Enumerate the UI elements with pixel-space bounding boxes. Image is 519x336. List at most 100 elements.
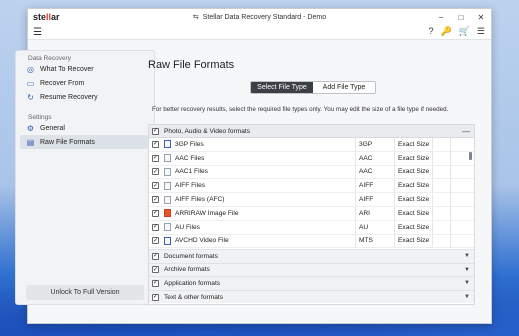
table-row[interactable]: ✓ AVCHD Video File MTS Exact Size [149, 234, 474, 249]
file-size-option[interactable]: Exact Size [394, 193, 432, 206]
sidebar-item-general[interactable]: ⚙ General [16, 121, 154, 135]
file-extension: MTS [355, 234, 394, 248]
video-file-icon [164, 140, 171, 149]
tab-select-file-type[interactable]: Select File Type [251, 82, 313, 93]
section-text-other-formats[interactable]: ✓ Text & other formats ▼ [149, 289, 474, 304]
sidebar-item-raw-file-formats[interactable]: ▤ Raw File Formats [20, 135, 148, 149]
file-type-name: 3GP Files [175, 140, 204, 148]
row-checkbox[interactable]: ✓ [152, 196, 159, 204]
section-document-formats[interactable]: ✓ Document formats ▼ [149, 249, 474, 263]
sidebar-group-settings: Settings [28, 114, 52, 121]
image-file-icon [164, 209, 171, 218]
section-checkbox[interactable]: ✓ [152, 293, 159, 301]
section-title: Archive formats [164, 266, 210, 274]
file-extension: ARI [355, 206, 394, 220]
unlock-full-version-button[interactable]: Unlock To Full Version [26, 285, 144, 300]
collapse-icon[interactable]: — [462, 127, 470, 136]
file-size-option[interactable]: Exact Size [394, 206, 432, 220]
help-icon[interactable]: ? [428, 26, 433, 37]
sidebar-item-resume-recovery[interactable]: ↻ Resume Recovery [16, 90, 154, 104]
table-row[interactable]: ✓ 3GP Files 3GP Exact Size [149, 138, 474, 152]
section-checkbox[interactable]: ✓ [152, 279, 159, 287]
sidebar-item-label: General [40, 124, 65, 132]
row-checkbox[interactable]: ✓ [152, 182, 159, 190]
app-small-icon: ⇆ [192, 14, 199, 21]
minimize-button[interactable]: − [431, 9, 451, 25]
row-checkbox[interactable]: ✓ [152, 154, 159, 162]
file-rows: ✓ 3GP Files 3GP Exact Size ✓ AAC Files AAC… [149, 138, 474, 249]
table-row[interactable]: ✓ AIFF Files (AFC) AIFF Exact Size [149, 193, 474, 207]
file-extension: AIFF [355, 193, 394, 206]
sidebar-group-data-recovery: Data Recovery [28, 55, 71, 62]
table-row[interactable]: ✓ AAC1 Files AAC Exact Size [149, 165, 474, 180]
file-size-option[interactable]: Exact Size [394, 151, 432, 165]
sidebar-item-label: What To Recover [40, 65, 94, 73]
file-size-option[interactable]: Exact Size [394, 220, 432, 234]
close-button[interactable]: ✕ [471, 9, 491, 25]
file-size-option[interactable]: Exact Size [394, 138, 432, 151]
file-size-option[interactable]: Exact Size [394, 179, 432, 193]
section-title: Document formats [164, 252, 218, 260]
section-application-formats[interactable]: ✓ Application formats ▼ [149, 276, 474, 290]
section-checkbox[interactable]: ✓ [152, 252, 159, 260]
file-type-name: AIFF Files (AFC) [175, 196, 225, 204]
page-title: Raw File Formats [148, 59, 235, 71]
row-checkbox[interactable]: ✓ [152, 140, 159, 148]
cart-icon[interactable]: 🛒 [459, 26, 470, 37]
menu-icon[interactable]: ☰ [33, 27, 42, 38]
audio-file-icon [164, 167, 171, 176]
sidebar-item-label: Recover From [40, 79, 85, 87]
section-checkbox[interactable]: ✓ [152, 266, 159, 274]
more-menu-icon[interactable]: ☰ [477, 26, 485, 37]
sidebar-item-label: Raw File Formats [40, 138, 95, 146]
section-title: Photo, Audio & Video formats [164, 127, 251, 135]
sidebar-item-label: Resume Recovery [40, 93, 98, 101]
row-checkbox[interactable]: ✓ [152, 237, 159, 245]
audio-file-icon [164, 223, 171, 232]
drive-icon: ▭ [26, 78, 35, 88]
target-icon: ◎ [27, 64, 34, 74]
table-row[interactable]: ✓ ARRIRAW Image File ARI Exact Size [149, 206, 474, 221]
file-extension: AU [355, 220, 394, 234]
table-row[interactable]: ✓ AIFF Files AIFF Exact Size [149, 179, 474, 194]
file-type-name: AAC Files [175, 154, 205, 162]
sidebar: Data Recovery ◎ What To Recover ▭ Recove… [15, 50, 155, 305]
table-row[interactable]: ✓ AAC Files AAC Exact Size [149, 151, 474, 166]
video-file-icon [164, 236, 171, 245]
section-archive-formats[interactable]: ✓ Archive formats ▼ [149, 262, 474, 277]
toolbar: ☰ ? 🔑 🛒 ☰ [28, 25, 491, 40]
file-size-option[interactable]: Exact Size [394, 165, 432, 179]
row-checkbox[interactable]: ✓ [152, 209, 159, 217]
file-extension: AIFF [355, 179, 394, 193]
file-size-option[interactable]: Exact Size [394, 234, 432, 248]
title-bar: stellar ⇆ Stellar Data Recovery Standard … [28, 9, 491, 25]
file-type-name: AIFF Files [175, 182, 206, 190]
tab-add-file-type[interactable]: Add File Type [313, 82, 375, 93]
sidebar-item-what-to-recover[interactable]: ◎ What To Recover [16, 62, 154, 76]
tab-group: Select File Type Add File Type [250, 81, 376, 94]
resume-icon: ↻ [27, 92, 34, 102]
file-extension: 3GP [355, 138, 394, 151]
file-type-name: ARRIRAW Image File [175, 209, 239, 217]
scrollbar-thumb[interactable] [469, 152, 472, 160]
chevron-down-icon[interactable]: ▼ [464, 253, 470, 259]
key-icon[interactable]: 🔑 [440, 26, 451, 37]
maximize-button[interactable]: □ [451, 9, 471, 25]
file-type-name: AVCHD Video File [175, 237, 229, 245]
table-row[interactable]: ✓ AU Files AU Exact Size [149, 220, 474, 235]
section-checkbox[interactable]: ✓ [152, 127, 159, 135]
gear-icon: ⚙ [26, 123, 35, 133]
row-checkbox[interactable]: ✓ [152, 223, 159, 231]
sidebar-item-recover-from[interactable]: ▭ Recover From [16, 76, 154, 90]
file-extension: AAC [355, 165, 394, 179]
file-type-name: AAC1 Files [175, 168, 208, 176]
file-extension: AAC [355, 151, 394, 165]
section-header-photo-audio-video[interactable]: ✓ Photo, Audio & Video formats — [149, 125, 474, 138]
file-list-icon: ▤ [26, 137, 35, 147]
chevron-down-icon[interactable]: ▼ [464, 267, 470, 273]
row-checkbox[interactable]: ✓ [152, 168, 159, 176]
chevron-down-icon[interactable]: ▼ [464, 280, 470, 286]
audio-file-icon [164, 181, 171, 190]
chevron-down-icon[interactable]: ▼ [464, 294, 470, 300]
file-format-list: ✓ Photo, Audio & Video formats — ✓ 3GP Fi… [148, 124, 475, 305]
